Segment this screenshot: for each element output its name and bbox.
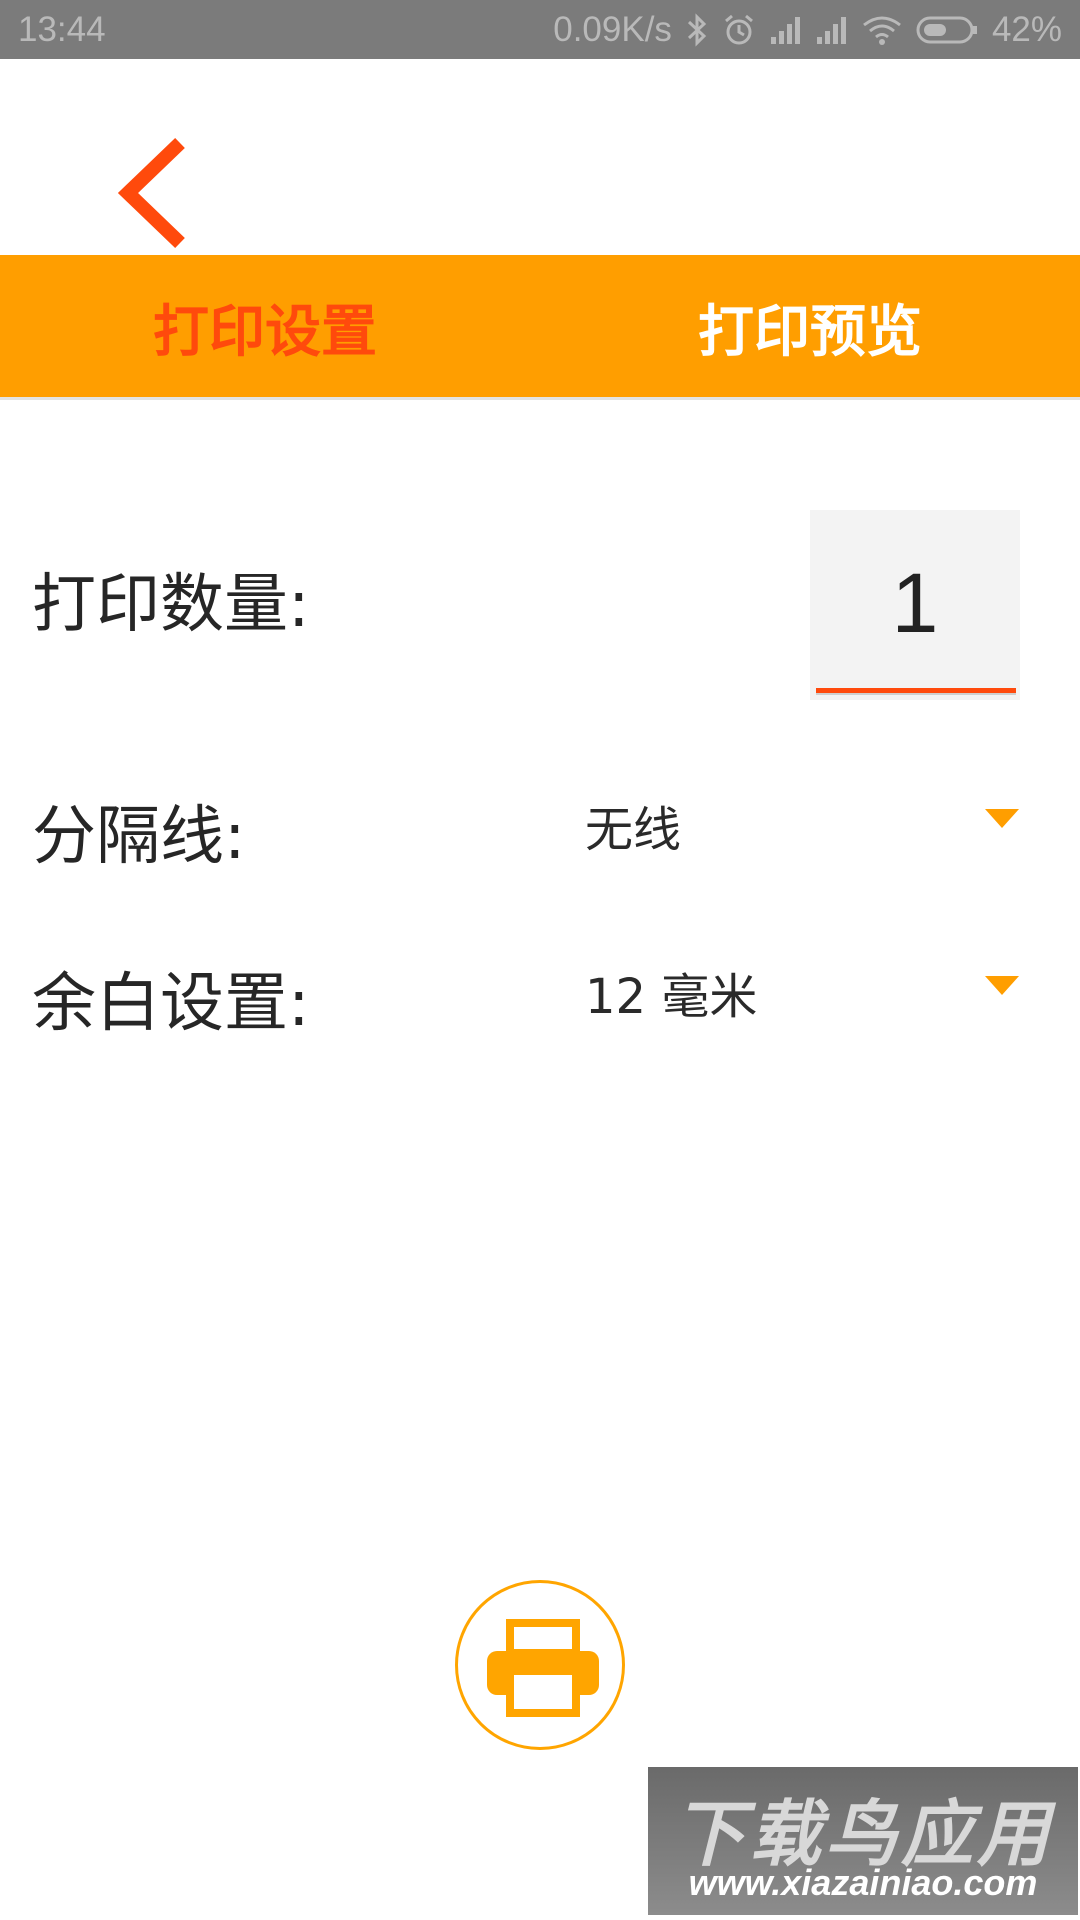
bluetooth-icon — [686, 13, 708, 47]
battery-percent: 42% — [991, 10, 1062, 49]
tab-print-preview[interactable]: 打印预览 — [540, 255, 1080, 400]
alarm-icon — [722, 13, 756, 47]
wifi-icon — [862, 15, 902, 45]
dropdown-arrow-icon — [985, 976, 1019, 995]
quantity-input[interactable]: 1 — [810, 510, 1020, 700]
divider-label: 分隔线: — [32, 800, 246, 874]
tab-print-settings[interactable]: 打印设置 — [0, 255, 540, 400]
margin-select-value: 12 毫米 — [585, 969, 758, 1025]
quantity-label: 打印数量: — [32, 568, 310, 642]
print-button[interactable] — [455, 1580, 625, 1750]
network-speed: 0.09K/s — [553, 10, 672, 49]
chevron-left-icon — [117, 137, 185, 249]
status-icons: 0.09K/s 42% — [553, 10, 1062, 50]
battery-icon — [916, 15, 978, 45]
back-button[interactable] — [110, 135, 200, 250]
printer-icon — [487, 1619, 599, 1717]
status-time: 13:44 — [18, 10, 106, 49]
margin-select[interactable]: 12 毫米 — [585, 945, 1025, 1035]
quantity-underline — [816, 688, 1016, 695]
quantity-value: 1 — [891, 556, 939, 650]
watermark-logo: 下载鸟应用 www.xiazainiao.com — [648, 1767, 1078, 1915]
signal-icon — [770, 15, 802, 45]
tab-bar: 打印设置 打印预览 — [0, 255, 1080, 400]
dropdown-arrow-icon — [985, 809, 1019, 828]
divider-select[interactable]: 无线 — [585, 778, 1025, 868]
margin-label: 余白设置: — [32, 967, 310, 1041]
divider-select-value: 无线 — [585, 802, 682, 858]
watermark-url: www.xiazainiao.com — [688, 1862, 1038, 1903]
status-bar: 13:44 0.09K/s 42% — [0, 0, 1080, 59]
signal-icon — [816, 15, 848, 45]
